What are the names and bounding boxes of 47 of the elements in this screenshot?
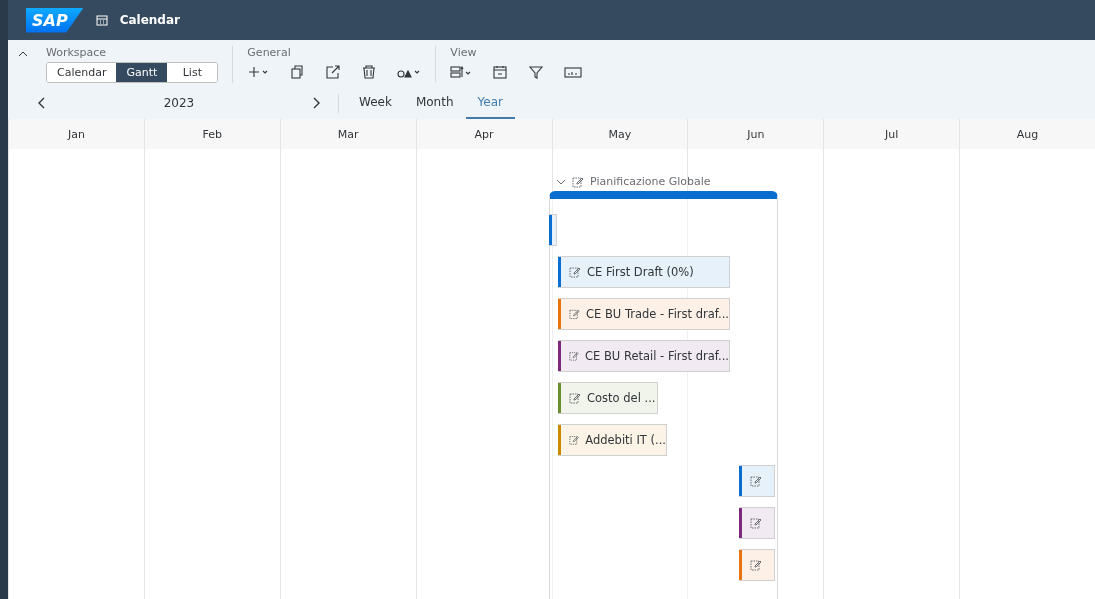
month-header: Aug bbox=[959, 119, 1095, 149]
edit-icon bbox=[569, 392, 581, 404]
chevron-right-icon bbox=[312, 96, 320, 109]
share-icon[interactable] bbox=[325, 64, 342, 80]
task-bar[interactable] bbox=[739, 465, 775, 497]
calendar-icon[interactable] bbox=[492, 64, 509, 80]
text-icon[interactable] bbox=[564, 64, 583, 80]
month-header: Apr bbox=[415, 119, 552, 149]
edit-icon bbox=[569, 434, 580, 446]
group-label: Workspace bbox=[46, 46, 108, 59]
edit-icon bbox=[750, 517, 762, 529]
group-label: General bbox=[247, 46, 292, 59]
add-icon[interactable] bbox=[247, 64, 270, 80]
month-header: Mar bbox=[279, 119, 416, 149]
view-tab[interactable]: Week bbox=[347, 87, 404, 119]
copy-icon[interactable] bbox=[289, 64, 306, 80]
group-label: View bbox=[450, 46, 478, 59]
edit-icon bbox=[572, 175, 584, 188]
calendar-icon bbox=[95, 14, 108, 26]
edit-icon bbox=[750, 559, 762, 571]
collapse-icon[interactable] bbox=[18, 50, 28, 58]
sort-icon[interactable] bbox=[450, 64, 473, 80]
year-label: 2023 bbox=[163, 96, 195, 110]
task-bar[interactable] bbox=[739, 507, 775, 539]
task-bar[interactable]: CE BU Trade - First draf... bbox=[558, 298, 730, 330]
group-header[interactable]: Pianificazione Globale bbox=[556, 175, 711, 188]
task-bar[interactable]: Addebiti IT (... bbox=[558, 424, 667, 456]
caret-icon bbox=[556, 177, 566, 186]
edit-icon bbox=[569, 308, 580, 320]
month-header: Jun bbox=[687, 119, 824, 149]
workspace-option[interactable]: Gantt bbox=[116, 63, 168, 82]
edit-icon bbox=[750, 475, 762, 487]
month-header: Feb bbox=[143, 119, 280, 149]
filter-icon[interactable] bbox=[528, 64, 545, 80]
month-header: Jan bbox=[8, 119, 144, 149]
task-bar[interactable]: Costo del ... bbox=[558, 382, 658, 414]
month-header: Jul bbox=[823, 119, 960, 149]
edit-icon bbox=[569, 266, 581, 278]
task-bar[interactable] bbox=[549, 214, 557, 246]
view-tab[interactable]: Month bbox=[403, 87, 466, 119]
delete-icon[interactable] bbox=[361, 64, 378, 80]
month-header: May bbox=[551, 119, 688, 149]
task-bar[interactable]: CE BU Retail - First draf... bbox=[558, 340, 730, 372]
chevron-left-icon bbox=[38, 96, 46, 109]
app-title: Calendar bbox=[119, 13, 180, 27]
task-bar[interactable]: CE First Draft (0%) bbox=[558, 256, 730, 288]
edit-icon bbox=[569, 350, 579, 362]
